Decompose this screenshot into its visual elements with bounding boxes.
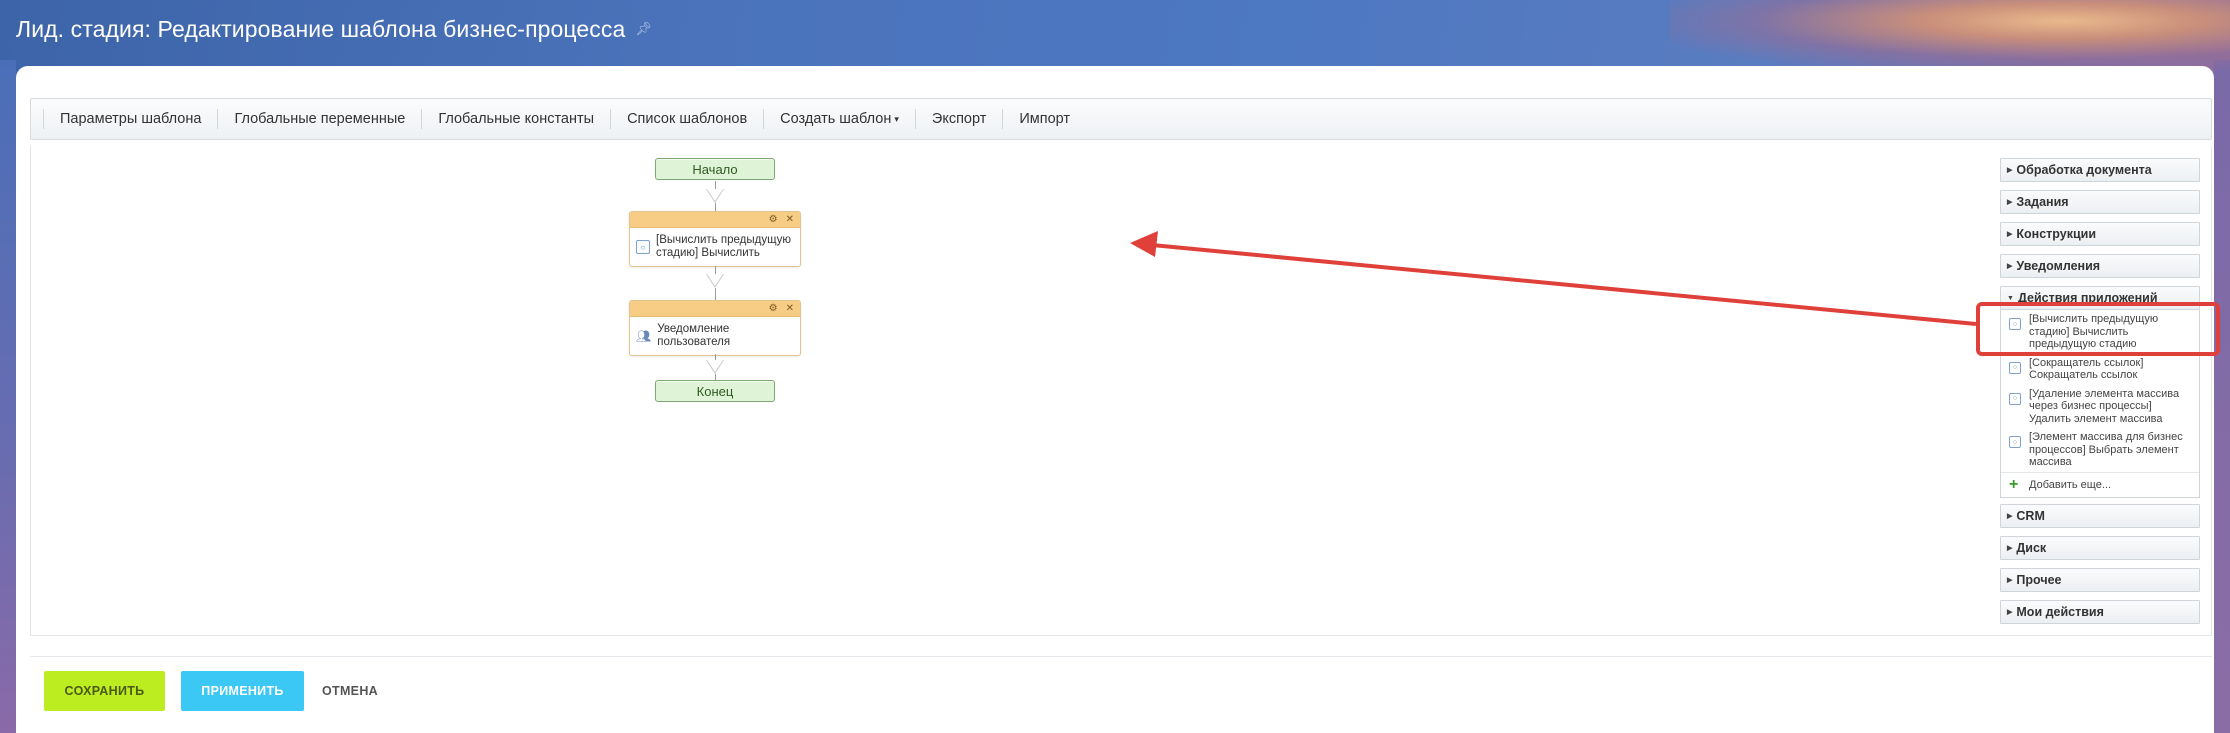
toolbar: Параметры шаблона Глобальные переменные …	[30, 98, 2212, 140]
connector-line	[715, 203, 716, 211]
connector-arrow[interactable]	[706, 274, 724, 288]
activity-label: Уведомление пользователя	[657, 323, 731, 348]
activity-header: ⚙ ✕	[630, 212, 800, 228]
group-label: Мои действия	[2016, 605, 2104, 619]
close-icon[interactable]: ✕	[786, 214, 794, 225]
toolbar-item-label: Глобальные константы	[438, 111, 595, 127]
group-crm[interactable]: ▶ CRM	[2000, 504, 2200, 528]
settings-icon[interactable]: ⚙	[769, 214, 778, 225]
list-item-select-array-element[interactable]: ○ [Элемент массива для бизнес процессов]…	[2001, 428, 2199, 472]
group-constructions[interactable]: ▶ Конструкции	[2000, 222, 2200, 246]
plus-icon: +	[2009, 475, 2019, 493]
group-label: Диск	[2016, 541, 2047, 555]
main-panel: Параметры шаблона Глобальные переменные …	[16, 66, 2214, 733]
footer-divider	[30, 656, 2212, 657]
workflow-canvas: Начало ⚙ ✕ ○ [Вычислить предыдущую стади…	[30, 146, 2212, 636]
list-item-label: [Сокращатель ссылок] Сокращатель ссылок	[2029, 356, 2144, 382]
start-node-label: Начало	[692, 161, 738, 177]
toolbar-item-label: Импорт	[1019, 111, 1071, 127]
toolbar-import[interactable]: Импорт	[1002, 109, 1086, 129]
list-item-delete-array-element[interactable]: ○ [Удаление элемента массива через бизне…	[2001, 385, 2199, 429]
connector-arrow[interactable]	[706, 360, 724, 374]
list-item-link-shortener[interactable]: ○ [Сокращатель ссылок] Сокращатель ссыло…	[2001, 354, 2199, 385]
toolbar-create-template[interactable]: Создать шаблон ▾	[763, 109, 915, 129]
toolbar-item-label: Создать шаблон	[780, 111, 892, 127]
triangle-right-icon: ▶	[2007, 577, 2013, 584]
connector-line	[715, 181, 716, 189]
save-button[interactable]: СОХРАНИТЬ	[44, 671, 165, 711]
end-node[interactable]: Конец	[655, 380, 775, 402]
connector-line	[715, 266, 716, 274]
toolbar-export[interactable]: Экспорт	[914, 109, 1002, 129]
activity-user-notification[interactable]: ⚙ ✕ 👥︎ Уведомление пользователя	[629, 300, 801, 356]
group-other[interactable]: ▶ Прочее	[2000, 568, 2200, 592]
app-activity-icon: ○	[2009, 436, 2021, 448]
activity-header: ⚙ ✕	[630, 301, 800, 317]
toolbar-item-label: Глобальные переменные	[234, 111, 406, 127]
triangle-right-icon: ▶	[2007, 199, 2013, 206]
list-item-label: [Элемент массива для бизнес процессов] В…	[2029, 431, 2183, 468]
group-label: Конструкции	[2016, 227, 2097, 241]
list-item-label: [Удаление элемента массива через бизнес …	[2029, 387, 2180, 425]
toolbar-item-label: Параметры шаблона	[60, 111, 202, 127]
group-document-processing[interactable]: ▶ Обработка документа	[2000, 158, 2200, 182]
background-decoration	[1670, 0, 2230, 70]
triangle-right-icon: ▶	[2007, 167, 2013, 174]
group-disk[interactable]: ▶ Диск	[2000, 536, 2200, 560]
page-title-text: Лид. стадия: Редактирование шаблона бизн…	[16, 15, 626, 42]
user-notify-icon: 👥︎	[636, 329, 652, 343]
app-activity-icon: ○	[2009, 361, 2021, 374]
triangle-right-icon: ▶	[2007, 609, 2013, 616]
toolbar-template-params[interactable]: Параметры шаблона	[43, 109, 217, 129]
group-label: CRM	[2016, 509, 2045, 523]
background-left	[0, 60, 16, 733]
connector-line	[715, 288, 716, 300]
app-activity-icon: ○	[2009, 392, 2021, 405]
pin-icon[interactable]: 📌︎	[635, 22, 652, 36]
add-more-link[interactable]: + Добавить еще...	[2001, 471, 2199, 498]
group-label: Уведомления	[2016, 259, 2101, 273]
cancel-button[interactable]: ОТМЕНА	[312, 671, 388, 711]
group-label: Задания	[2016, 195, 2069, 209]
settings-icon[interactable]: ⚙	[769, 303, 778, 314]
toolbar-global-constants[interactable]: Глобальные константы	[421, 109, 610, 129]
group-label: Прочее	[2016, 573, 2062, 587]
activity-calc-prev-stage[interactable]: ⚙ ✕ ○ [Вычислить предыдущую стадию] Вычи…	[629, 211, 801, 267]
group-tasks[interactable]: ▶ Задания	[2000, 190, 2200, 214]
toolbar-global-variables[interactable]: Глобальные переменные	[217, 109, 421, 129]
app-activity-icon: ○	[636, 240, 650, 254]
caret-down-icon: ▾	[894, 113, 899, 124]
start-node[interactable]: Начало	[655, 158, 775, 180]
group-my-actions[interactable]: ▶ Мои действия	[2000, 600, 2200, 624]
activity-label: [Вычислить предыдущую стадию] Вычислить	[656, 234, 792, 259]
annotation-highlight-box	[1976, 302, 2220, 356]
apply-button[interactable]: ПРИМЕНИТЬ	[181, 671, 304, 711]
triangle-right-icon: ▶	[2007, 263, 2013, 270]
toolbar-item-label: Экспорт	[931, 111, 987, 127]
triangle-right-icon: ▶	[2007, 231, 2013, 238]
toolbar-template-list[interactable]: Список шаблонов	[610, 109, 763, 129]
page-title: Лид. стадия: Редактирование шаблона бизн…	[16, 12, 652, 46]
triangle-right-icon: ▶	[2007, 545, 2013, 552]
group-label: Обработка документа	[2016, 163, 2152, 177]
toolbar-item-label: Список шаблонов	[627, 111, 748, 127]
close-icon[interactable]: ✕	[786, 303, 794, 314]
triangle-down-icon: ▼	[2007, 294, 2014, 302]
background-right	[2214, 60, 2230, 733]
end-node-label: Конец	[696, 383, 734, 399]
add-more-label: Добавить еще...	[2029, 478, 2112, 491]
group-notifications[interactable]: ▶ Уведомления	[2000, 254, 2200, 278]
triangle-right-icon: ▶	[2007, 513, 2013, 520]
connector-arrow[interactable]	[706, 189, 724, 203]
